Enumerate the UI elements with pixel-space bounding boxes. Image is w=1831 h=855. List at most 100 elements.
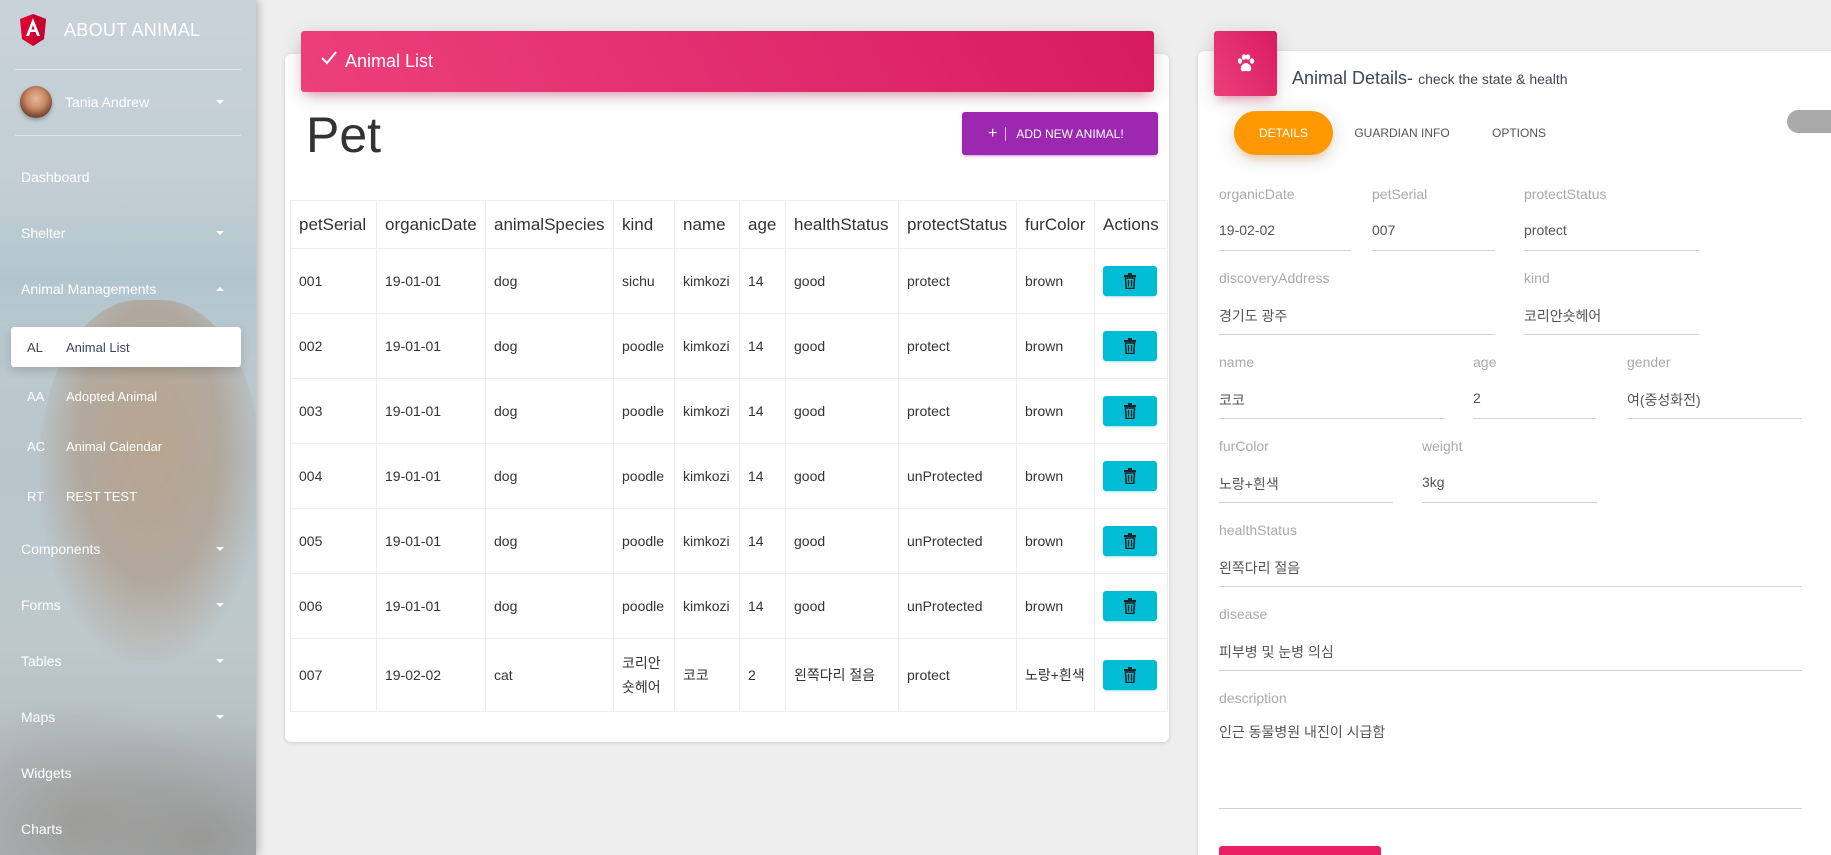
sidebar-item-forms[interactable]: Forms (0, 585, 256, 625)
sidebar-item-label: Maps (21, 709, 56, 725)
table-cell-age: 2 (739, 638, 786, 712)
column-header-petserial[interactable]: petSerial (290, 200, 377, 249)
check-icon (319, 48, 339, 68)
tab-guardian-info[interactable]: GUARDIAN INFO (1345, 111, 1459, 155)
table-row[interactable]: 001 19-01-01 dog sichu kimkozi 14 good protect b… (290, 248, 1168, 314)
table-cell-petserial: 002 (290, 313, 377, 379)
table-row[interactable]: 005 19-01-01 dog poodle kimkozi 14 good unProte… (290, 508, 1168, 574)
table-cell-protectstatus: unProtected (898, 508, 1017, 574)
table-cell-actions (1094, 378, 1168, 444)
field-discovery-address[interactable]: discoveryAddress 경기도 광주 (1219, 270, 1495, 335)
table-cell-petserial: 004 (290, 443, 377, 509)
table-row[interactable]: 007 19-02-02 cat 코리안숏헤어 코코 2 왼쪽다리 절음 protect 노랑+… (290, 638, 1168, 712)
field-protect-status[interactable]: protectStatus protect (1524, 186, 1699, 251)
table-row[interactable]: 002 19-01-01 dog poodle kimkozi 14 good protect… (290, 313, 1168, 379)
field-organic-date[interactable]: organicDate 19-02-02 (1219, 186, 1351, 251)
field-underline (1219, 670, 1802, 671)
sidebar-item-label: Tables (21, 653, 62, 669)
field-value: protect (1524, 222, 1567, 238)
delete-button[interactable] (1103, 660, 1157, 690)
sidebar-item-animal-managements[interactable]: Animal Managements (0, 269, 256, 309)
tab-options[interactable]: OPTIONS (1475, 111, 1563, 155)
sidebar-subitem-rest-test[interactable]: RT REST TEST (11, 476, 241, 516)
sidebar-item-widgets[interactable]: Widgets (0, 753, 256, 793)
table-cell-protectstatus: protect (898, 313, 1017, 379)
brand-link[interactable]: ABOUT ANIMAL (0, 0, 256, 60)
field-gender[interactable]: gender 여(중성화전) (1627, 354, 1802, 419)
sidebar-subitem-label: Adopted Animal (66, 388, 158, 404)
sidebar-item-label: Charts (21, 821, 63, 837)
column-header-age[interactable]: age (739, 200, 786, 249)
column-header-name[interactable]: name (674, 200, 740, 249)
column-header-protectstatus[interactable]: protectStatus (898, 200, 1017, 249)
sidebar-item-shelter[interactable]: Shelter (0, 213, 256, 253)
add-new-animal-button[interactable]: + ADD NEW ANIMAL! (962, 112, 1158, 155)
field-description[interactable]: description 인근 동물병원 내진이 시급함 (1219, 690, 1802, 809)
field-health-status[interactable]: healthStatus 왼쪽다리 절음 (1219, 522, 1802, 587)
column-header-furcolor[interactable]: furColor (1016, 200, 1095, 249)
field-label: protectStatus (1524, 186, 1607, 202)
field-name[interactable]: name 코코 (1219, 354, 1445, 419)
table-cell-age: 14 (739, 443, 786, 509)
delete-button[interactable] (1103, 461, 1157, 491)
table-row[interactable]: 004 19-01-01 dog poodle kimkozi 14 good unProte… (290, 443, 1168, 509)
field-underline (1219, 334, 1495, 335)
sidebar-subitem-adopted-animal[interactable]: AA Adopted Animal (11, 376, 241, 416)
table-cell-organicdate: 19-01-01 (376, 378, 486, 444)
column-header-organicdate[interactable]: organicDate (376, 200, 486, 249)
table-cell-age: 14 (739, 573, 786, 639)
sidebar-subitem-label: Animal Calendar (66, 438, 163, 454)
sidebar-item-components[interactable]: Components (0, 529, 256, 569)
table-cell-name: kimkozi (674, 313, 740, 379)
table-cell-furcolor: brown (1016, 508, 1095, 574)
submit-button[interactable] (1219, 846, 1381, 855)
field-disease[interactable]: disease 피부병 및 눈병 의심 (1219, 606, 1802, 671)
table-cell-furcolor: brown (1016, 443, 1095, 509)
delete-button[interactable] (1103, 526, 1157, 556)
table-cell-organicdate: 19-01-01 (376, 508, 486, 574)
column-header-healthstatus[interactable]: healthStatus (785, 200, 899, 249)
table-row[interactable]: 003 19-01-01 dog poodle kimkozi 14 good protect… (290, 378, 1168, 444)
table-cell-actions (1094, 248, 1168, 314)
sidebar-subitem-abbr: RT (27, 488, 45, 504)
field-age[interactable]: age 2 (1473, 354, 1596, 419)
column-header-kind[interactable]: kind (613, 200, 675, 249)
table-row[interactable]: 006 19-01-01 dog poodle kimkozi 14 good unProte… (290, 573, 1168, 639)
field-value: 코리안숏헤어 (1524, 308, 1602, 324)
table-cell-protectstatus: protect (898, 638, 1017, 712)
sidebar-item-dashboard[interactable]: Dashboard (0, 157, 256, 197)
column-header-animalspecies[interactable]: animalSpecies (485, 200, 614, 249)
delete-button[interactable] (1103, 396, 1157, 426)
sidebar-subitem-animal-list[interactable]: AL Animal List (11, 327, 241, 367)
field-underline (1219, 250, 1351, 251)
table-cell-petserial: 005 (290, 508, 377, 574)
field-label: disease (1219, 606, 1268, 622)
delete-button[interactable] (1103, 591, 1157, 621)
field-fur-color[interactable]: furColor 노랑+흰색 (1219, 438, 1393, 503)
delete-button[interactable] (1103, 266, 1157, 296)
table-body: 001 19-01-01 dog sichu kimkozi 14 good protect b… (290, 248, 1168, 712)
sidebar-item-label: Animal Managements (21, 281, 157, 297)
field-weight[interactable]: weight 3kg (1422, 438, 1597, 503)
user-menu[interactable]: Tania Andrew (0, 82, 256, 122)
field-kind[interactable]: kind 코리안숏헤어 (1524, 270, 1699, 335)
field-value: 코코 (1219, 392, 1245, 408)
table-cell-organicdate: 19-01-01 (376, 248, 486, 314)
card-title: Animal List (345, 51, 434, 71)
sidebar-item-tables[interactable]: Tables (0, 641, 256, 681)
sidebar-item-maps[interactable]: Maps (0, 697, 256, 737)
column-header-actions[interactable]: Actions (1094, 200, 1168, 249)
table-cell-age: 14 (739, 378, 786, 444)
table-cell-age: 14 (739, 508, 786, 574)
delete-button[interactable] (1103, 331, 1157, 361)
add-new-animal-label: ADD NEW ANIMAL! (1016, 126, 1124, 141)
scroll-handle[interactable] (1787, 110, 1831, 133)
table-cell-organicdate: 19-02-02 (376, 638, 486, 712)
table-cell-organicdate: 19-01-01 (376, 313, 486, 379)
field-pet-serial[interactable]: petSerial 007 (1372, 186, 1495, 251)
chevron-up-icon (216, 287, 224, 291)
button-divider (1005, 126, 1007, 141)
sidebar-subitem-animal-calendar[interactable]: AC Animal Calendar (11, 426, 241, 466)
sidebar-item-charts[interactable]: Charts (0, 809, 256, 849)
tab-details[interactable]: DETAILS (1234, 111, 1333, 155)
